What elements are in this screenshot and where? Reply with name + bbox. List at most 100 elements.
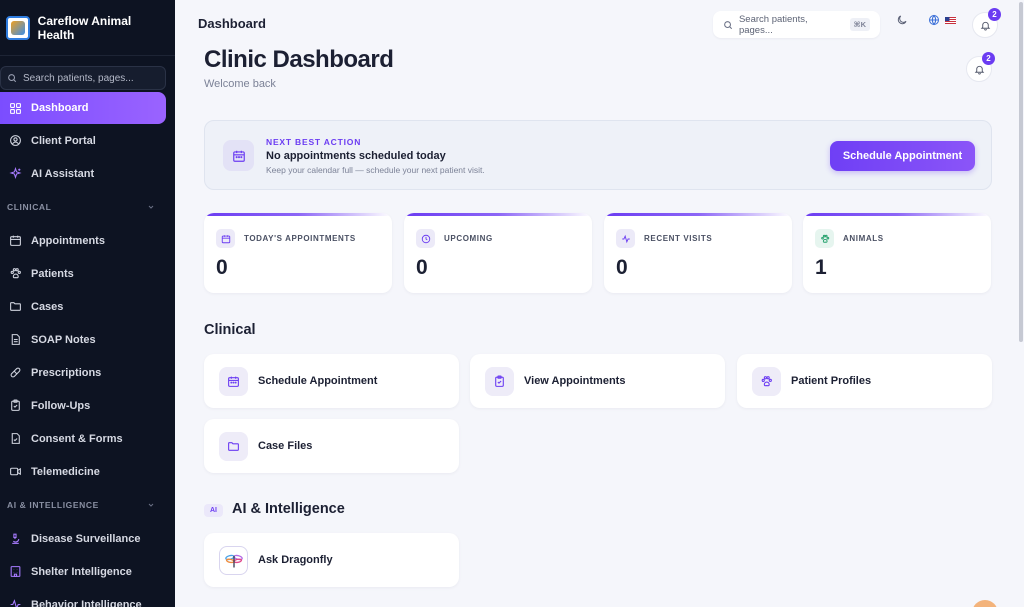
sidebar-item-consent-forms[interactable]: Consent & Forms: [0, 422, 175, 455]
folder-icon: [10, 302, 21, 311]
stat-card-recent-visits: RECENT VISITS 0: [604, 213, 792, 293]
next-best-action-title: No appointments scheduled today: [266, 150, 446, 162]
sidebar-item-client-portal[interactable]: Client Portal: [0, 124, 175, 157]
sidebar-item-label: Telemedicine: [31, 465, 100, 478]
sidebar-item-label: AI Assistant: [31, 167, 95, 180]
bell-icon: [974, 65, 984, 75]
chevron-down-icon: [148, 205, 154, 209]
brand[interactable]: Careflow Animal Health: [0, 0, 175, 56]
stat-value: 0: [216, 256, 228, 279]
page-subtitle: Welcome back: [204, 78, 276, 90]
page-scrollbar[interactable]: [1019, 2, 1023, 342]
sidebar-item-label: Cases: [31, 300, 64, 313]
stat-card-upcoming: UPCOMING 0: [404, 213, 592, 293]
stat-label: ANIMALS: [843, 234, 884, 243]
stat-value: 1: [815, 256, 827, 279]
paw-icon: [752, 366, 781, 396]
sidebar-item-label: Patients: [31, 267, 74, 280]
ai-section-title: AI & Intelligence: [232, 501, 345, 517]
action-label: View Appointments: [524, 375, 626, 387]
sidebar-item-patients[interactable]: Patients: [0, 257, 175, 290]
brand-name: Careflow Animal Health: [37, 13, 132, 42]
next-best-action-card: NEXT BEST ACTION No appointments schedul…: [204, 120, 992, 190]
microscope-icon: [12, 533, 20, 544]
sidebar-item-soap-notes[interactable]: SOAP Notes: [0, 323, 175, 356]
stat-label: RECENT VISITS: [644, 234, 713, 243]
sidebar-item-appointments[interactable]: Appointments: [0, 224, 175, 257]
grid-icon: [10, 102, 21, 114]
stat-label: UPCOMING: [444, 234, 493, 243]
sidebar-item-shelter-intelligence[interactable]: Shelter Intelligence: [0, 555, 175, 588]
notification-count-badge: 2: [982, 52, 995, 65]
sidebar-section-clinical[interactable]: CLINICAL: [0, 190, 175, 224]
user-circle-icon: [10, 135, 21, 146]
activity-icon: [616, 229, 635, 248]
sidebar-item-prescriptions[interactable]: Prescriptions: [0, 356, 175, 389]
file-check-icon: [11, 433, 20, 444]
sidebar-item-label: Behavior Intelligence: [31, 598, 142, 607]
chevron-down-icon: [148, 503, 154, 507]
sidebar-search-input[interactable]: Search patients, pages...: [0, 66, 166, 90]
pill-icon: [10, 367, 21, 378]
action-view-appointments[interactable]: View Appointments: [470, 354, 725, 408]
sidebar-nav: Dashboard Client Portal AI Assistant CLI…: [0, 92, 175, 607]
sidebar-item-disease-surveillance[interactable]: Disease Surveillance: [0, 522, 175, 555]
clock-icon: [416, 229, 435, 248]
sidebar-item-label: Consent & Forms: [31, 432, 123, 445]
clinical-section-title: Clinical: [204, 322, 256, 338]
sidebar-item-cases[interactable]: Cases: [0, 290, 175, 323]
clipboard-check-icon: [11, 399, 20, 411]
stat-card-animals: ANIMALS 1: [803, 213, 991, 293]
folder-icon: [219, 431, 248, 461]
sidebar-item-label: Prescriptions: [31, 366, 102, 379]
calendar-icon: [219, 366, 248, 396]
action-label: Ask Dragonfly: [258, 554, 333, 566]
sidebar: Careflow Animal Health Search patients, …: [0, 0, 175, 607]
action-ask-dragonfly[interactable]: Ask Dragonfly: [204, 533, 459, 587]
paw-icon: [10, 268, 21, 279]
video-icon: [10, 467, 21, 476]
sidebar-item-follow-ups[interactable]: Follow-Ups: [0, 389, 175, 422]
sidebar-item-label: SOAP Notes: [31, 333, 96, 346]
clipboard-check-icon: [485, 366, 514, 396]
search-icon: [8, 74, 17, 83]
action-label: Patient Profiles: [791, 375, 872, 387]
sidebar-search-placeholder: Search patients, pages...: [23, 72, 134, 84]
action-label: Schedule Appointment: [258, 375, 378, 387]
sidebar-item-dashboard[interactable]: Dashboard: [0, 92, 166, 124]
stat-value: 0: [616, 256, 628, 279]
next-best-action-description: Keep your calendar full — schedule your …: [266, 165, 485, 175]
sidebar-item-label: Follow-Ups: [31, 399, 91, 412]
sidebar-item-ai-assistant[interactable]: AI Assistant: [0, 157, 175, 190]
sidebar-item-label: Shelter Intelligence: [31, 565, 132, 578]
ai-chip: AI: [204, 504, 223, 517]
calendar-icon: [216, 229, 235, 248]
sidebar-item-label: Disease Surveillance: [31, 532, 141, 545]
action-schedule-appointment[interactable]: Schedule Appointment: [204, 354, 459, 408]
sparkles-icon: [9, 167, 22, 180]
main-content: Clinic Dashboard Welcome back 2 NEXT BES…: [175, 0, 1024, 607]
document-icon: [11, 334, 20, 345]
calendar-icon: [223, 140, 254, 171]
sidebar-section-ai[interactable]: AI & INTELLIGENCE: [0, 488, 175, 522]
page-title: Clinic Dashboard: [204, 46, 394, 73]
next-best-action-eyebrow: NEXT BEST ACTION: [266, 137, 362, 147]
paw-icon: [815, 229, 834, 248]
action-case-files[interactable]: Case Files: [204, 419, 459, 473]
page-notifications-button[interactable]: 2: [966, 52, 995, 82]
section-label: AI & INTELLIGENCE: [7, 500, 99, 510]
section-label: CLINICAL: [7, 202, 52, 212]
action-label: Case Files: [258, 440, 313, 452]
stat-card-todays-appointments: TODAY'S APPOINTMENTS 0: [204, 213, 392, 293]
action-patient-profiles[interactable]: Patient Profiles: [737, 354, 992, 408]
stat-label: TODAY'S APPOINTMENTS: [244, 234, 356, 243]
activity-icon: [10, 599, 21, 607]
sidebar-item-label: Appointments: [31, 234, 105, 247]
dragonfly-icon: [219, 545, 248, 575]
sidebar-item-label: Client Portal: [31, 134, 96, 147]
sidebar-item-behavior-intelligence[interactable]: Behavior Intelligence: [0, 588, 175, 607]
sidebar-item-telemedicine[interactable]: Telemedicine: [0, 455, 175, 488]
schedule-appointment-button[interactable]: Schedule Appointment: [830, 141, 975, 171]
brand-logo: [6, 15, 30, 40]
calendar-icon: [10, 235, 21, 246]
